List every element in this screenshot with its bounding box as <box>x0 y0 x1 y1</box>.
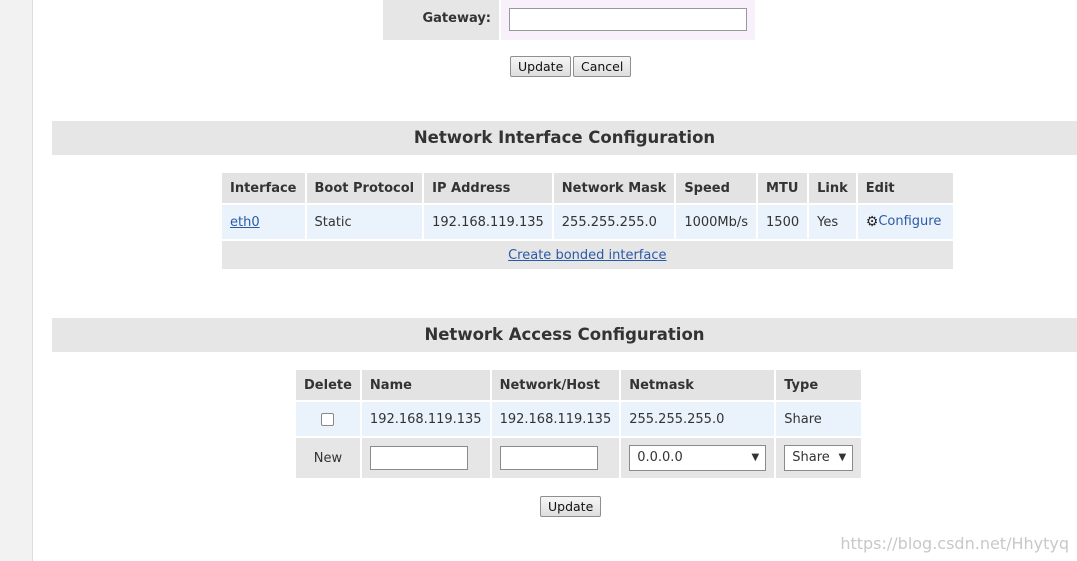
table-row: 192.168.119.135 192.168.119.135 255.255.… <box>296 402 862 436</box>
access-name-value: 192.168.119.135 <box>361 402 490 436</box>
type-select[interactable]: Share ▼ <box>784 445 854 471</box>
ip-address-value: 192.168.119.135 <box>424 205 552 239</box>
col-network-mask: Network Mask <box>553 173 675 203</box>
gear-icon[interactable]: ⚙ <box>866 214 879 230</box>
interface-section-title: Network Interface Configuration <box>52 121 1077 155</box>
update-button[interactable]: Update <box>510 56 572 77</box>
interface-table: Interface Boot Protocol IP Address Netwo… <box>220 171 955 271</box>
create-bonded-row: Create bonded interface <box>222 241 953 269</box>
configure-label[interactable]: Configure <box>878 214 941 229</box>
speed-value: 1000Mb/s <box>676 205 757 239</box>
dropdown-arrow-icon: ▼ <box>751 452 760 463</box>
interface-link-eth0[interactable]: eth0 <box>230 215 260 230</box>
table-row: eth0 Static 192.168.119.135 255.255.255.… <box>222 205 953 239</box>
netmask-select[interactable]: 0.0.0.0 ▼ <box>629 445 767 471</box>
access-network-value: 192.168.119.135 <box>491 402 620 436</box>
dropdown-arrow-icon: ▼ <box>838 452 847 463</box>
col-ip-address: IP Address <box>424 173 552 203</box>
left-sidebar-strip <box>0 0 33 561</box>
gateway-label: Gateway: <box>383 0 499 40</box>
col-name: Name <box>361 370 490 400</box>
cancel-button[interactable]: Cancel <box>573 56 632 77</box>
col-type: Type <box>776 370 862 400</box>
col-edit: Edit <box>857 173 953 203</box>
access-table-header: Delete Name Network/Host Netmask Type <box>296 370 862 400</box>
access-netmask-value: 255.255.255.0 <box>621 402 775 436</box>
configure-link[interactable]: ⚙Configure <box>857 205 953 239</box>
network-mask-value: 255.255.255.0 <box>553 205 675 239</box>
mtu-value: 1500 <box>758 205 808 239</box>
col-network-host: Network/Host <box>491 370 620 400</box>
create-bonded-interface-link[interactable]: Create bonded interface <box>508 248 666 263</box>
col-netmask: Netmask <box>621 370 775 400</box>
watermark: https://blog.csdn.net/Hhytyq <box>840 534 1069 553</box>
new-row-label: New <box>296 438 360 478</box>
boot-protocol-value: Static <box>306 205 423 239</box>
gateway-cell <box>501 0 755 40</box>
access-table: Delete Name Network/Host Netmask Type 19… <box>294 368 863 480</box>
interface-table-header: Interface Boot Protocol IP Address Netwo… <box>222 173 953 203</box>
col-boot-protocol: Boot Protocol <box>306 173 423 203</box>
col-interface: Interface <box>222 173 305 203</box>
delete-checkbox[interactable] <box>321 412 335 426</box>
col-mtu: MTU <box>758 173 808 203</box>
new-access-row: New 0.0.0.0 ▼ Share ▼ <box>296 438 862 478</box>
access-section-title: Network Access Configuration <box>52 318 1077 352</box>
new-network-input[interactable] <box>499 446 598 470</box>
new-name-input[interactable] <box>369 446 468 470</box>
col-link: Link <box>809 173 856 203</box>
netmask-selected-value: 0.0.0.0 <box>637 450 683 465</box>
access-type-value: Share <box>776 402 862 436</box>
type-selected-value: Share <box>792 450 830 465</box>
access-update-button[interactable]: Update <box>540 496 602 517</box>
col-speed: Speed <box>676 173 757 203</box>
gateway-input[interactable] <box>509 8 747 31</box>
col-delete: Delete <box>296 370 360 400</box>
link-value: Yes <box>809 205 856 239</box>
